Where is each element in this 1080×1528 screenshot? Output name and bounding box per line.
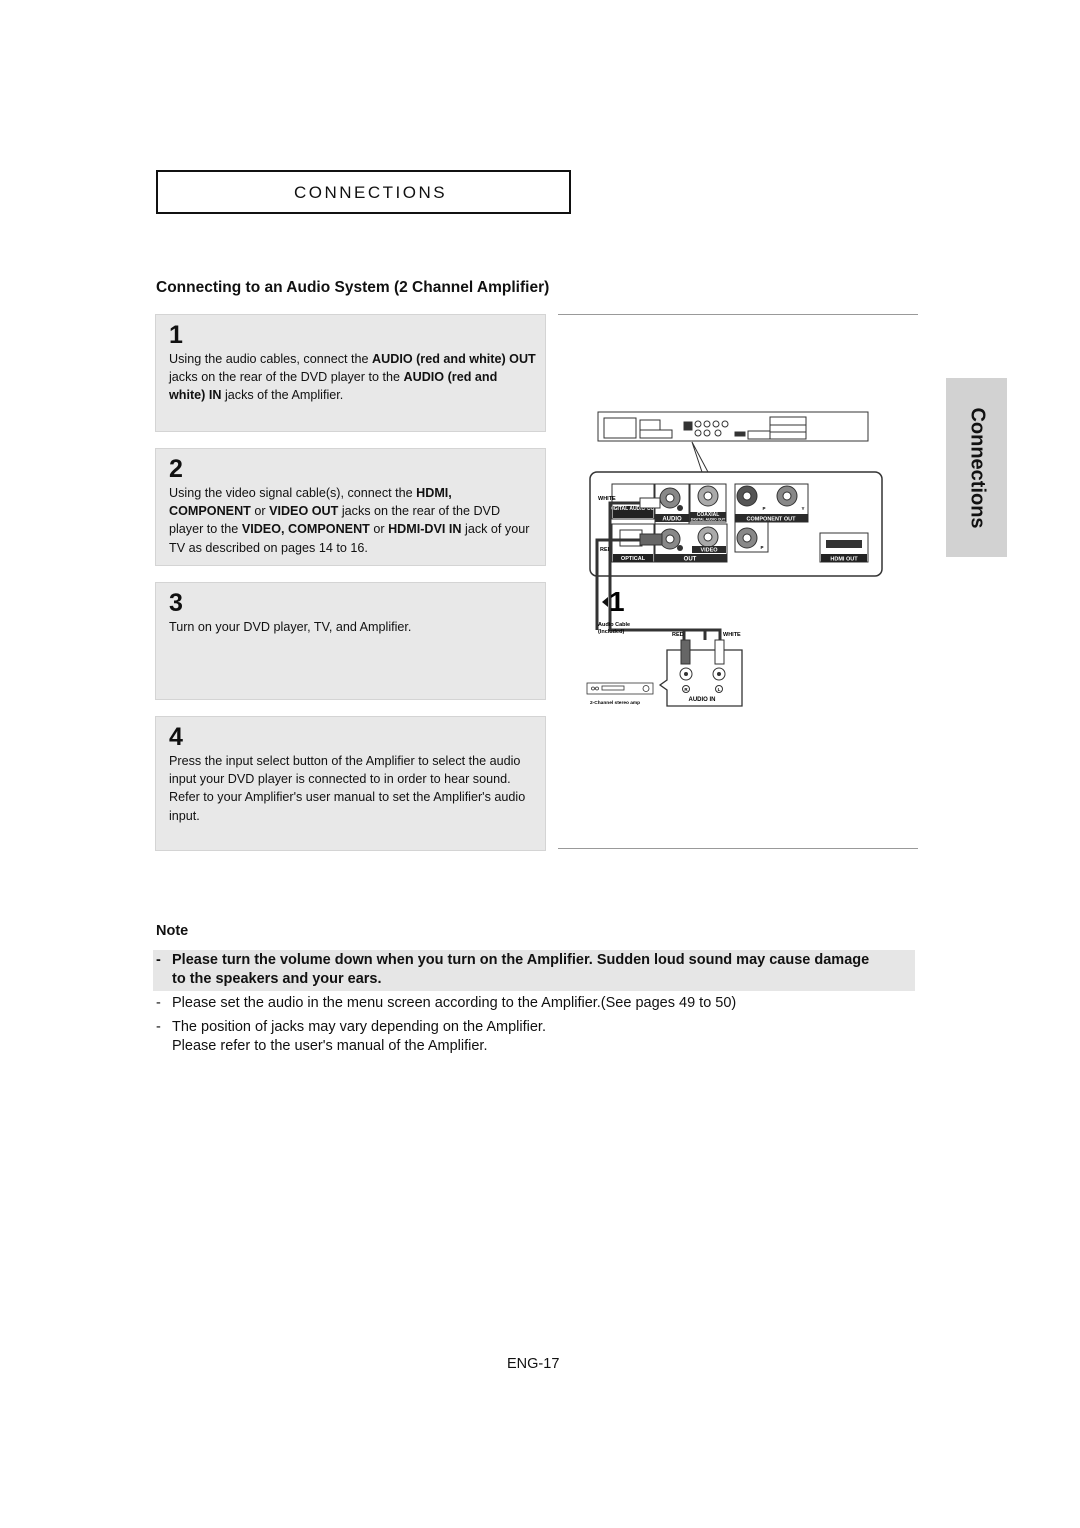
note-item-2: - Please set the audio in the menu scree… bbox=[156, 994, 896, 1013]
optical-label: OPTICAL bbox=[621, 556, 646, 562]
step-text-segment: jacks of the Amplifier. bbox=[221, 388, 344, 403]
step-marker-arrow-icon bbox=[602, 597, 608, 607]
step-text: Turn on your DVD player, TV, and Amplifi… bbox=[169, 618, 537, 636]
cable-white-label: WHITE bbox=[723, 632, 741, 638]
step-2-box: 2 Using the video signal cable(s), connec… bbox=[155, 448, 546, 566]
note-dash: - bbox=[156, 1019, 161, 1035]
step-1-box: 1 Using the audio cables, connect the AUD… bbox=[155, 314, 546, 432]
step-marker: 1 bbox=[609, 586, 625, 617]
step-text-emphasis: VIDEO OUT bbox=[269, 504, 339, 519]
cable-red-label: RED bbox=[672, 632, 684, 638]
white-plug-label: WHITE bbox=[598, 496, 616, 502]
connection-diagram: DIGITAL AUDIO OUT OPTICAL AUDIO OUT COAX… bbox=[586, 411, 883, 707]
step-number: 2 bbox=[169, 455, 183, 483]
step-text: Using the audio cables, connect the AUDI… bbox=[169, 350, 537, 405]
step-number: 1 bbox=[169, 321, 183, 349]
stereo-amp-label: 2-Channel stereo amp bbox=[590, 700, 640, 706]
page-title: Connecting to an Audio System (2 Channel… bbox=[156, 279, 550, 296]
pb-label: P bbox=[762, 506, 765, 511]
note-dash: - bbox=[156, 952, 161, 968]
divider-bottom bbox=[558, 848, 918, 849]
step-text-emphasis: AUDIO (red and white) OUT bbox=[372, 352, 536, 366]
out-label: OUT bbox=[684, 557, 697, 563]
audio-cable-included-label: (Included) bbox=[598, 629, 624, 635]
note-text: Please set the audio in the menu screen … bbox=[172, 995, 737, 1011]
step-4-box: 4 Press the input select button of the Am… bbox=[155, 716, 546, 851]
jack-l-label: L bbox=[718, 687, 721, 692]
page-number: ENG-17 bbox=[507, 1356, 560, 1372]
stereo-amp-icon bbox=[586, 682, 654, 695]
section-header-title: CONNECTIONS bbox=[294, 183, 448, 202]
note-dash: - bbox=[156, 995, 161, 1011]
step-text-segment: Turn on your DVD player, TV, and Amplifi… bbox=[169, 620, 412, 634]
step-number: 4 bbox=[169, 723, 183, 751]
audio-in-label: AUDIO IN bbox=[689, 697, 716, 703]
pr-label: P bbox=[760, 545, 763, 550]
step-text-emphasis: VIDEO, COMPONENT bbox=[241, 522, 370, 537]
step-text-segment: Press the input select button of the Amp… bbox=[169, 754, 526, 823]
audio-label: AUDIO bbox=[662, 517, 682, 523]
audio-cable-label: Audio Cable bbox=[598, 622, 630, 628]
side-tab-label: Connections bbox=[966, 406, 988, 529]
step-text: Press the input select button of the Amp… bbox=[169, 752, 537, 825]
step-text-segment: jacks on the rear of the DVD player to t… bbox=[169, 370, 404, 385]
step-text-segment: Using the audio cables, connect the bbox=[169, 352, 373, 366]
section-header-box: CONNECTIONS bbox=[156, 170, 571, 214]
note-item-3: - The position of jacks may vary dependi… bbox=[156, 1018, 896, 1055]
callout-pointer bbox=[691, 441, 709, 473]
step-text-segment: Using the video signal cable(s), connect… bbox=[169, 486, 417, 500]
note-text: The position of jacks may vary depending… bbox=[172, 1019, 546, 1035]
note-item-1: - Please turn the volume down when you t… bbox=[156, 951, 876, 988]
step-text: Using the video signal cable(s), connect… bbox=[169, 484, 537, 557]
divider-top bbox=[558, 314, 918, 315]
step-number: 3 bbox=[169, 589, 183, 617]
step-text-emphasis: HDMI-DVI IN bbox=[388, 522, 462, 537]
step-text-segment: or bbox=[369, 522, 389, 537]
note-text: Please turn the volume down when you tur… bbox=[172, 952, 870, 987]
step-text-segment: or bbox=[250, 504, 270, 519]
coaxial-sub-label: DIGITAL AUDIO OUT bbox=[691, 518, 726, 522]
side-tab-connections: Connections bbox=[946, 378, 1007, 557]
note-text-line-2: Please refer to the user's manual of the… bbox=[172, 1037, 488, 1054]
video-label: VIDEO bbox=[700, 548, 718, 554]
note-title: Note bbox=[156, 923, 189, 939]
step-3-box: 3 Turn on your DVD player, TV, and Amplif… bbox=[155, 582, 546, 700]
dvd-player-rear bbox=[597, 411, 869, 442]
y-label: Y bbox=[801, 506, 804, 511]
hdmi-out-label: HDMI OUT bbox=[830, 557, 858, 563]
